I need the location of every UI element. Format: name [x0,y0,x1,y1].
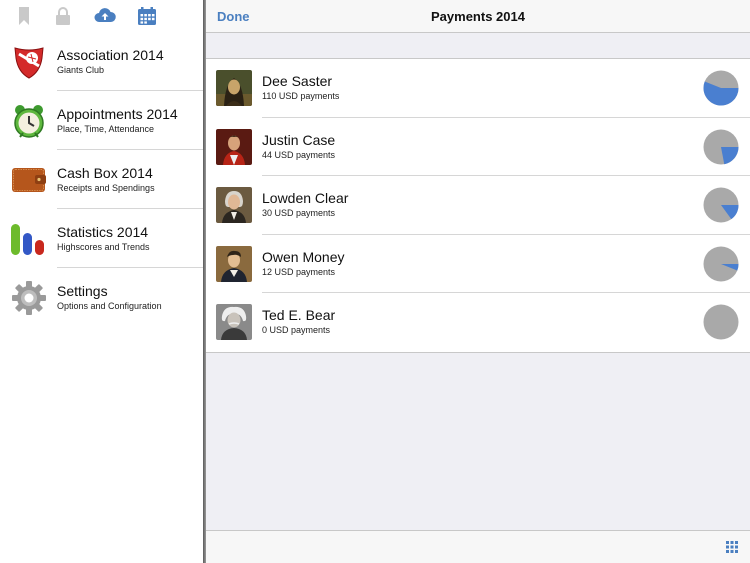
avatar [216,187,252,223]
page-title: Payments 2014 [431,9,525,24]
sidebar-item-cash-box[interactable]: Cash Box 2014 Receipts and Spendings [0,150,203,209]
person-name: Ted E. Bear [262,307,336,323]
sidebar: Association 2014 Giants Club Appointment… [0,0,203,563]
payment-amount: 12 USD payments [262,266,336,277]
grid-icon[interactable] [726,541,738,553]
person-name: Justin Case [262,131,336,148]
payment-share-pie [703,70,739,106]
payment-share-pie [703,187,739,223]
payment-amount: 30 USD payments [262,208,336,218]
sidebar-item-subtitle: Receipts and Spendings [57,183,155,193]
sidebar-toolbar [0,0,203,32]
sidebar-item-title: Appointments 2014 [57,106,178,122]
wallet-icon [12,168,46,192]
sidebar-item-title: Settings [57,283,108,299]
calendar-icon[interactable] [137,7,157,25]
sidebar-item-settings[interactable]: Settings Options and Configuration [0,268,203,327]
bookmark-icon[interactable] [15,7,35,25]
payment-amount: 0 USD payments [262,325,331,335]
list-item[interactable]: Justin Case 44 USD payments [206,118,750,176]
avatar [216,304,252,340]
list-item[interactable]: Lowden Clear 30 USD payments [206,176,750,235]
sidebar-item-subtitle: Highscores and Trends [57,242,150,252]
sidebar-item-subtitle: Giants Club [57,65,105,75]
payment-share-pie [703,246,739,281]
pie-base [703,304,739,340]
avatar [216,128,252,165]
list-item[interactable]: Dee Saster 110 USD payments [206,59,750,118]
person-name: Owen Money [262,248,345,265]
gear-icon [12,281,46,315]
detail-pane: Done Payments 2014 Dee Saster 110 USD pa… [206,0,750,563]
sidebar-item-appointments[interactable]: Appointments 2014 Place, Time, Attendanc… [0,91,203,150]
sidebar-item-title: Statistics 2014 [57,224,149,240]
sidebar-item-subtitle: Options and Configuration [57,301,162,311]
cloud-upload-icon[interactable] [94,7,116,25]
alarm-clock-icon [14,105,44,138]
payment-share-pie [703,304,739,340]
payment-amount: 44 USD payments [262,149,336,160]
bar-chart-icon [11,224,44,255]
sidebar-item-association[interactable]: Association 2014 Giants Club [0,32,203,91]
avatar [216,245,252,282]
club-logo-icon [14,47,44,79]
navigation-bar: Done Payments 2014 [206,0,750,33]
person-name: Dee Saster [262,73,333,89]
avatar [216,70,252,106]
sidebar-item-title: Cash Box 2014 [57,165,153,181]
payment-share-pie [703,129,739,164]
sidebar-item-statistics[interactable]: Statistics 2014 Highscores and Trends [0,209,203,268]
lock-icon[interactable] [53,7,73,25]
sidebar-item-subtitle: Place, Time, Attendance [57,124,155,134]
bottom-toolbar [206,530,750,563]
sidebar-item-title: Association 2014 [57,47,164,63]
list-item[interactable]: Ted E. Bear 0 USD payments [206,293,750,352]
list-item[interactable]: Owen Money 12 USD payments [206,235,750,293]
payments-list: Dee Saster 110 USD payments Justin Case … [206,58,750,353]
payment-amount: 110 USD payments [262,91,340,101]
person-name: Lowden Clear [262,190,349,206]
